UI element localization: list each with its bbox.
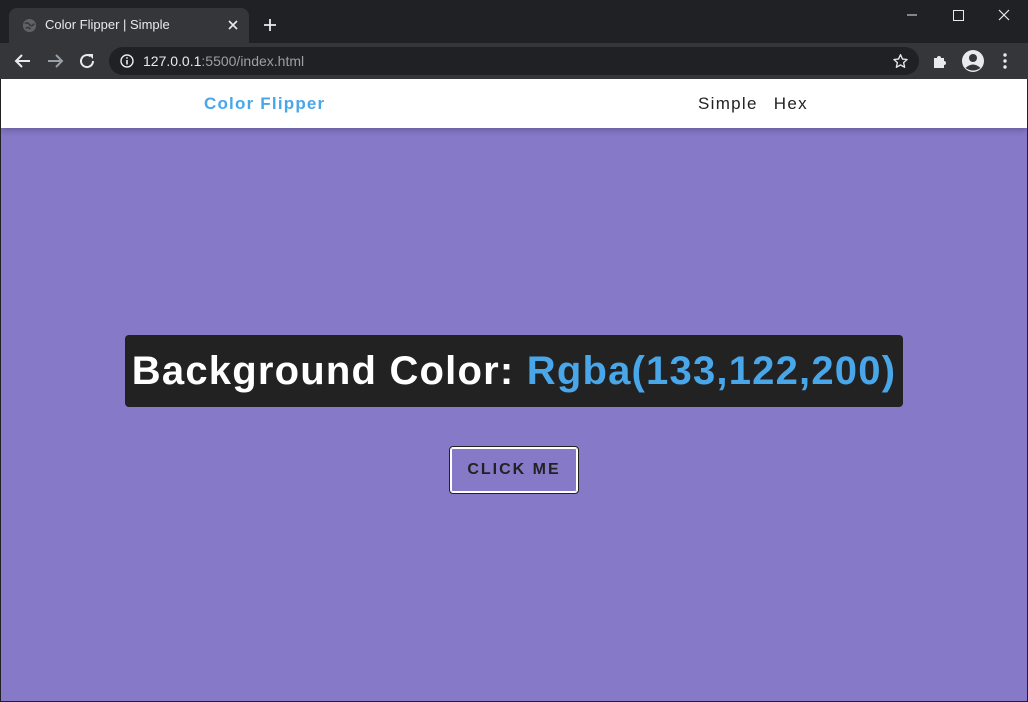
color-heading-label: Background Color: [131,348,527,393]
minimize-icon[interactable] [889,0,935,32]
maximize-icon[interactable] [935,0,981,32]
tab-title: Color Flipper | Simple [45,17,170,32]
back-arrow-icon[interactable] [14,52,32,70]
new-tab-plus-icon[interactable] [262,17,278,33]
url-host: 127.0.0.1 [143,53,202,69]
browser-toolbar: 127.0.0.1:5500/index.html [0,43,1028,79]
nav-link-simple[interactable]: Simple [698,94,758,114]
kebab-menu-icon[interactable] [996,52,1014,70]
nav-links: Simple Hex [698,94,808,114]
nav-link-hex[interactable]: Hex [774,94,808,114]
info-icon[interactable] [120,54,134,68]
color-value: Rgba(133,122,200) [526,348,897,393]
account-icon[interactable] [961,49,985,73]
address-bar[interactable]: 127.0.0.1:5500/index.html [109,47,919,75]
puzzle-icon[interactable] [931,52,949,70]
site-navbar: Color Flipper Simple Hex [1,79,1027,128]
site-brand: Color Flipper [204,94,326,113]
page-viewport: Color Flipper Simple Hex Background Colo… [1,79,1027,701]
globe-icon [22,18,37,33]
window-close-icon[interactable] [981,0,1027,32]
browser-title-bar: Color Flipper | Simple [0,0,1028,43]
forward-arrow-icon[interactable] [46,52,64,70]
url-path: :5500/index.html [201,53,305,69]
star-icon[interactable] [892,53,909,70]
browser-tab[interactable]: Color Flipper | Simple [9,8,249,43]
click-me-button[interactable]: CLICK ME [449,446,579,494]
close-icon[interactable] [226,18,240,32]
reload-icon[interactable] [78,52,96,70]
color-heading: Background Color: Rgba(133,122,200) [125,335,903,407]
color-heading-text: Background Color: Rgba(133,122,200) [132,349,896,394]
url-text[interactable]: 127.0.0.1:5500/index.html [143,53,304,69]
